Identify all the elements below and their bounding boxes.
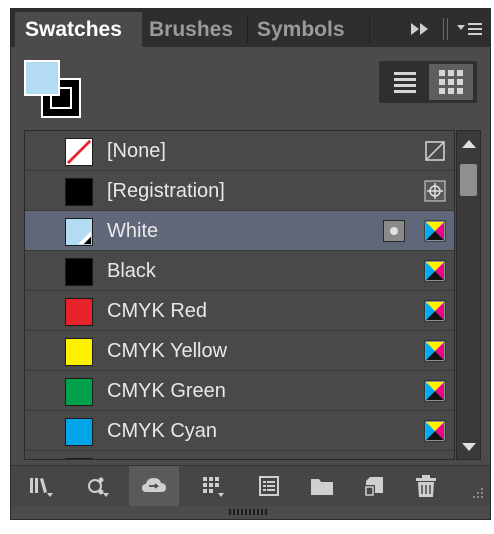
blue-swatch-chip [65, 458, 93, 459]
swatch-row-black[interactable]: Black [25, 251, 454, 291]
swatch-name: CMYK Cyan [107, 420, 218, 442]
view-toggle-group [379, 61, 477, 103]
registration-swatch-chip [65, 178, 93, 206]
tab-swatches[interactable]: Swatches [15, 12, 142, 47]
swatch-row-cmyk-cyan[interactable]: CMYK Cyan [25, 411, 454, 451]
panel-collapse-grip-icon[interactable] [229, 508, 269, 516]
swatch-row-cmyk-green[interactable]: CMYK Green [25, 371, 454, 411]
swatch-name: CMYK Yellow [107, 340, 228, 362]
tab-divider [369, 15, 370, 43]
fill-swatch[interactable] [24, 60, 60, 96]
scroll-down-arrow-icon[interactable] [462, 443, 476, 451]
process-color-icon [424, 260, 446, 282]
swatch-options-icon[interactable] [200, 474, 226, 498]
process-color-icon [424, 220, 446, 242]
white-swatch-chip [65, 218, 93, 246]
new-color-group-icon[interactable] [256, 474, 282, 498]
tab-divider [247, 15, 248, 43]
green-swatch-chip [65, 378, 93, 406]
swatch-list-scrollbar[interactable] [456, 130, 481, 460]
thumbnail-view-icon [439, 70, 463, 94]
swatches-panel: Swatches Brushes Symbols [None] [Registr… [10, 8, 491, 520]
swatch-row-white[interactable]: White [25, 211, 454, 251]
swatch-name: White [107, 220, 159, 242]
expand-panel-icon[interactable] [409, 21, 431, 37]
toolbar-divider [443, 18, 444, 40]
tab-symbols[interactable]: Symbols [257, 12, 367, 47]
swatch-row-cmyk-blue[interactable] [25, 451, 454, 459]
toolbar-divider [447, 18, 448, 40]
scroll-thumb[interactable] [460, 164, 477, 196]
swatch-name: CMYK Green [107, 380, 226, 402]
tab-brushes[interactable]: Brushes [147, 12, 251, 47]
swatch-row-none[interactable]: [None] [25, 131, 454, 171]
process-color-icon [424, 380, 446, 402]
list-view-button[interactable] [383, 64, 427, 100]
process-color-icon [424, 340, 446, 362]
cyan-swatch-chip [65, 418, 93, 446]
process-color-icon [424, 300, 446, 322]
folder-icon[interactable] [309, 474, 335, 498]
trash-icon[interactable] [413, 474, 439, 498]
none-icon [425, 141, 445, 161]
swatch-list[interactable]: [None] [Registration] White Black CMYK R… [24, 130, 455, 460]
swatch-libraries-icon[interactable] [27, 474, 53, 498]
bottom-toolbar [11, 465, 490, 506]
thumbnail-view-button[interactable] [429, 64, 473, 100]
registration-icon [424, 180, 446, 202]
show-swatch-kinds-icon[interactable] [85, 474, 111, 498]
panel-menu-icon[interactable] [457, 21, 483, 37]
yellow-swatch-chip [65, 338, 93, 366]
process-color-icon [424, 420, 446, 442]
swatch-name: CMYK Red [107, 300, 208, 322]
cloud-sync-icon[interactable] [141, 474, 167, 498]
swatch-row-cmyk-yellow[interactable]: CMYK Yellow [25, 331, 454, 371]
tab-bar: Swatches Brushes Symbols [11, 9, 490, 47]
list-view-icon [394, 72, 416, 93]
global-color-icon [383, 220, 405, 242]
black-swatch-chip [65, 258, 93, 286]
none-swatch-chip [65, 138, 93, 166]
swatch-name: [Registration] [107, 180, 225, 202]
resize-grip-icon[interactable] [469, 486, 485, 502]
new-swatch-icon[interactable] [361, 474, 387, 498]
swatch-row-registration[interactable]: [Registration] [25, 171, 454, 211]
swatch-name: Black [107, 260, 156, 282]
red-swatch-chip [65, 298, 93, 326]
swatch-row-cmyk-red[interactable]: CMYK Red [25, 291, 454, 331]
swatch-name: [None] [107, 140, 166, 162]
scroll-up-arrow-icon[interactable] [462, 140, 476, 148]
